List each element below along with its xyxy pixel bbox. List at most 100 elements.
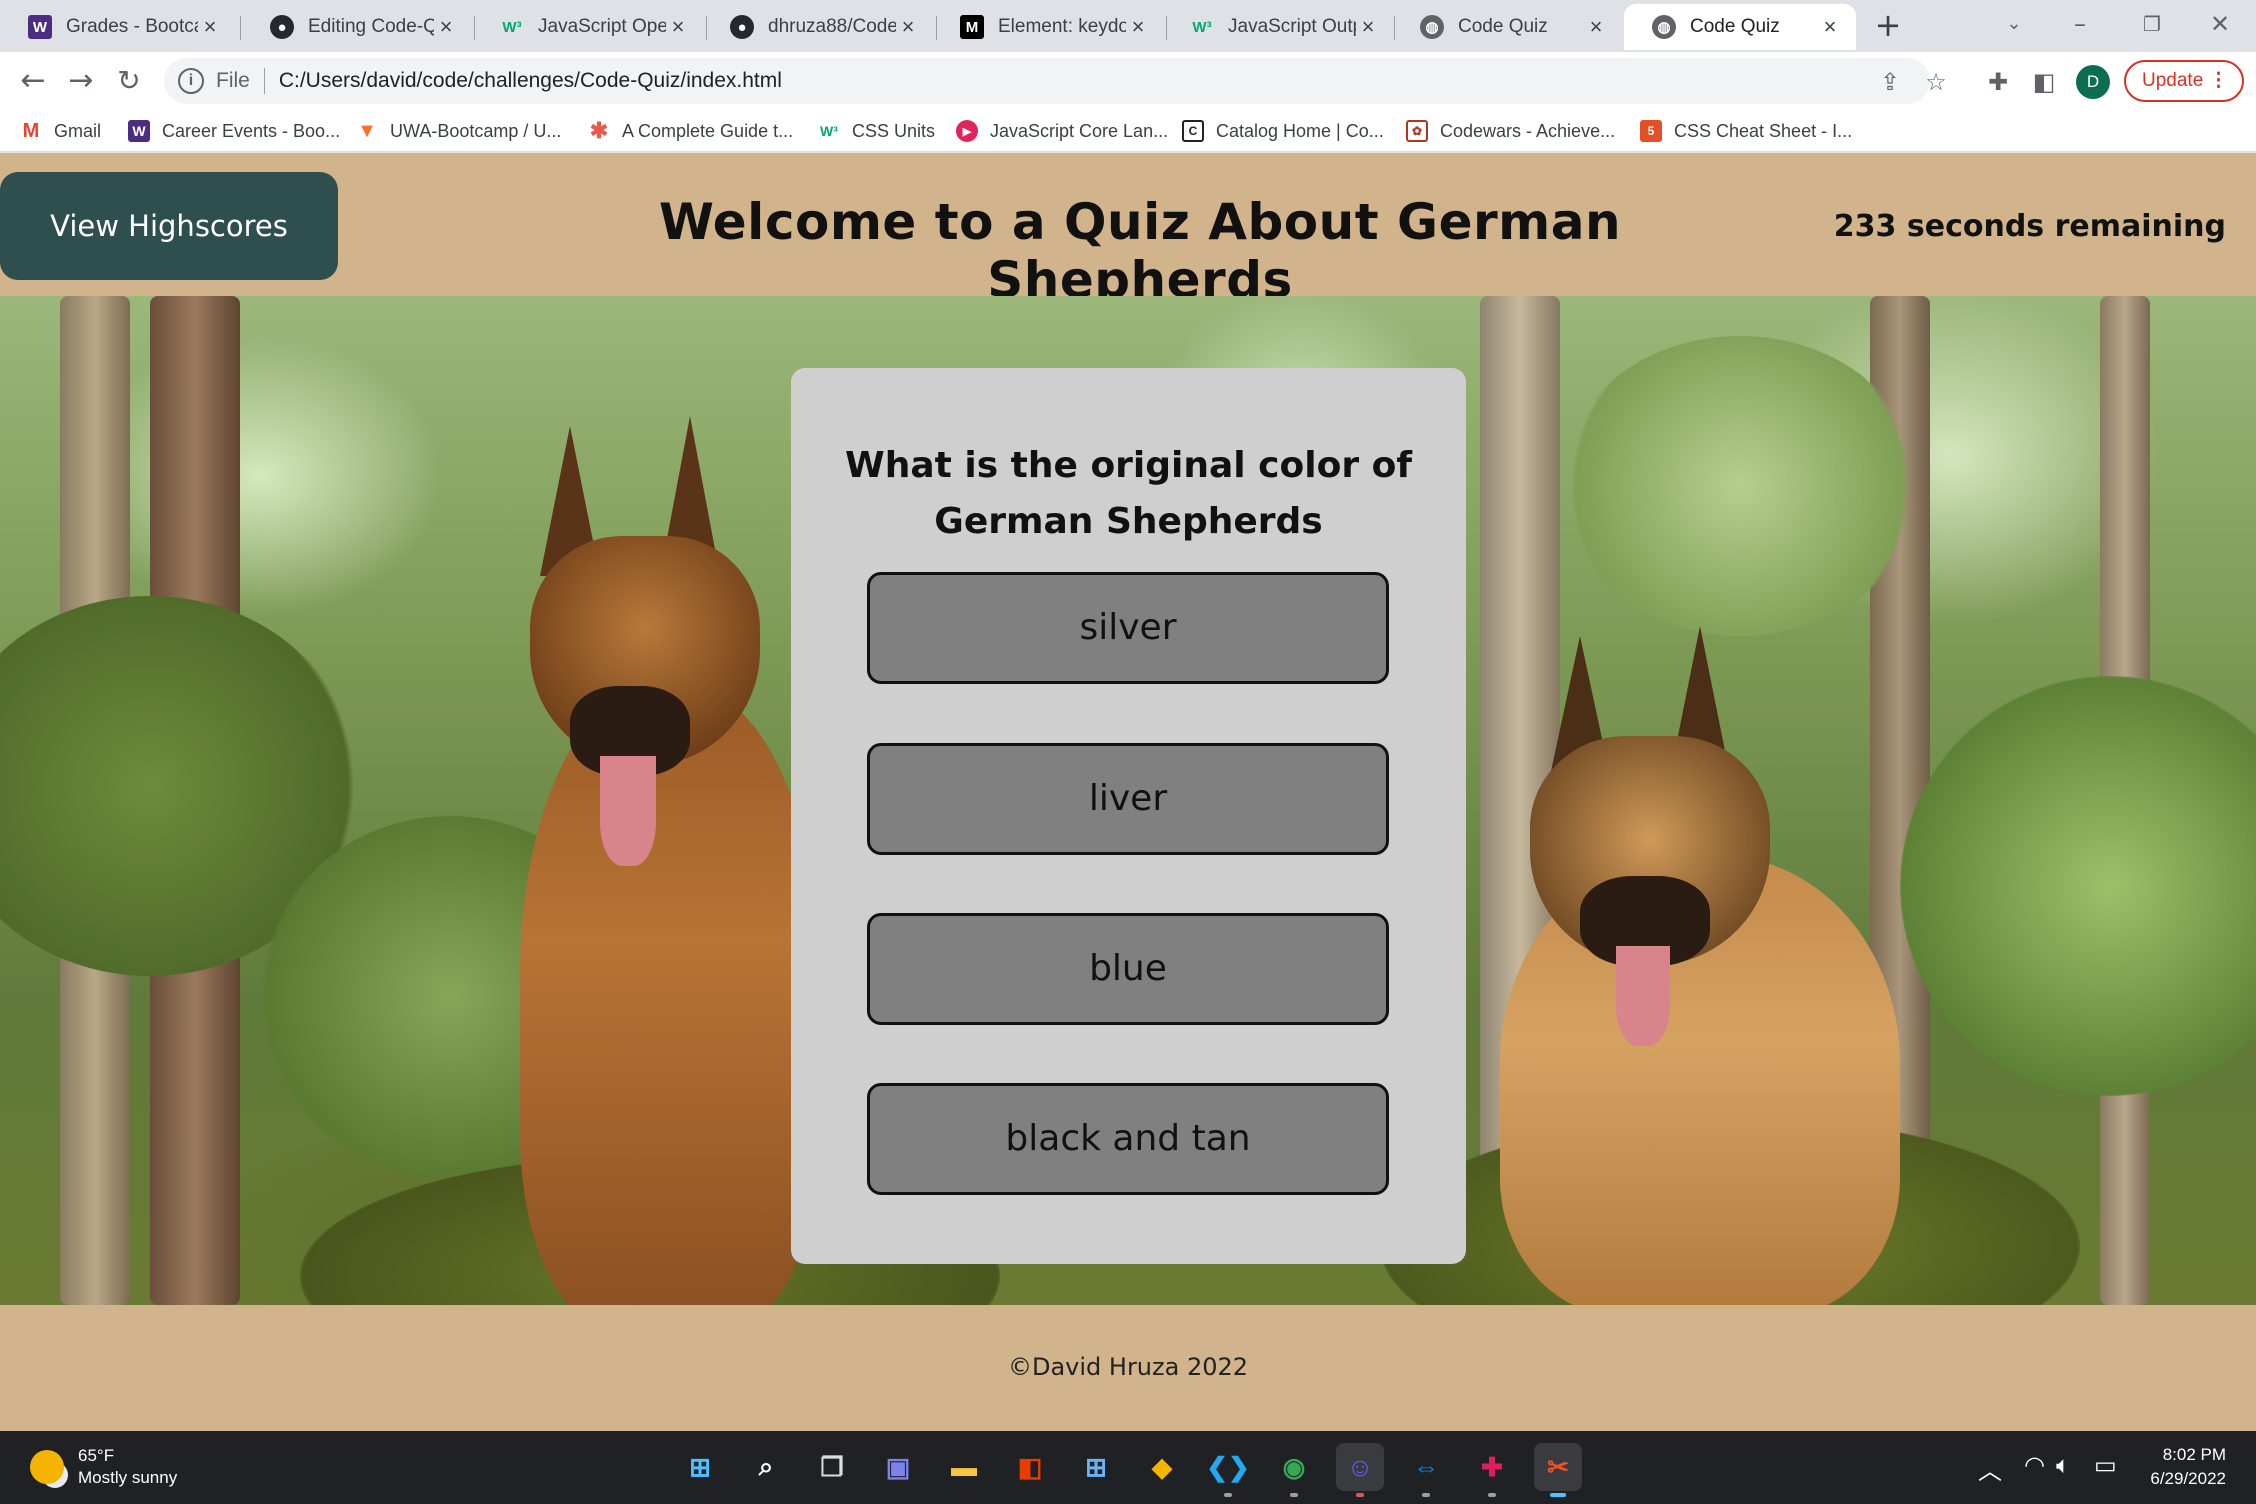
running-indicator (1290, 1493, 1298, 1497)
discord-icon[interactable]: ☺ (1336, 1443, 1384, 1497)
close-icon[interactable]: × (1584, 14, 1608, 40)
timer-text: 233 seconds remaining (1833, 209, 2226, 244)
search-icon[interactable]: ⌕ (742, 1443, 790, 1491)
update-button[interactable]: Update ⋮ (2124, 60, 2244, 102)
close-icon[interactable]: × (198, 14, 222, 40)
github-icon: ● (730, 15, 754, 39)
tab-label: Code Quiz (1690, 16, 1780, 37)
browser-toolbar: ← → ↻ i File C:/Users/david/code/challen… (0, 52, 2256, 110)
bookmark-catalog-home[interactable]: C Catalog Home | Co... (1182, 116, 1384, 146)
teamviewer-icon[interactable]: ⇔ (1402, 1443, 1450, 1497)
info-icon[interactable]: i (178, 68, 204, 94)
codewars-icon: ✿ (1406, 120, 1428, 142)
office-icon[interactable]: ◧ (1006, 1443, 1054, 1491)
foliage (1900, 676, 2256, 1096)
site-footer: ©David Hruza 2022 (0, 1305, 2256, 1431)
tab-editing-code-quiz[interactable]: ● Editing Code-Qu × (242, 4, 472, 50)
teams-chat-icon[interactable]: ▣ (874, 1443, 922, 1491)
answer-button-1[interactable]: silver (867, 572, 1389, 684)
github-icon: ● (270, 15, 294, 39)
vscode-icon[interactable]: ❮❯ (1204, 1443, 1252, 1497)
forward-arrow-icon[interactable]: → (60, 60, 102, 102)
bookmark-javascript-core[interactable]: ▶ JavaScript Core Lan... (956, 116, 1168, 146)
bookmark-codewars[interactable]: ✿ Codewars - Achieve... (1406, 116, 1615, 146)
file-explorer-icon[interactable]: ▬ (940, 1443, 988, 1491)
bookmark-label: Gmail (54, 120, 102, 141)
bookmark-label: Catalog Home | Co... (1216, 120, 1384, 141)
close-icon[interactable]: × (1126, 14, 1150, 40)
update-label: Update (2142, 70, 2204, 91)
start-windows-icon[interactable]: ⊞ (676, 1443, 724, 1491)
answer-button-3[interactable]: blue (867, 913, 1389, 1025)
bookmark-css-cheat-sheet[interactable]: 5 CSS Cheat Sheet - I... (1640, 116, 1852, 146)
wordpress-w-icon: W (128, 120, 150, 142)
profile-avatar[interactable]: D (2076, 65, 2110, 99)
catalog-icon: C (1182, 120, 1204, 142)
view-highscores-button[interactable]: View Highscores (0, 172, 338, 280)
minimize-icon[interactable]: – (2050, 4, 2110, 44)
bookmark-star-icon[interactable]: ☆ (1918, 64, 1954, 100)
tab-grades[interactable]: W Grades - Bootcam × (0, 4, 236, 50)
close-icon[interactable]: × (896, 14, 920, 40)
git-icon[interactable]: ◆ (1138, 1443, 1186, 1491)
close-icon[interactable]: × (434, 14, 458, 40)
bookmark-uwa-bootcamp[interactable]: ▼ UWA-Bootcamp / U... (356, 116, 561, 146)
tab-strip: W Grades - Bootcam × ● Editing Code-Qu ×… (0, 0, 2256, 52)
volume-icon[interactable]: 🔈︎ (2056, 1451, 2070, 1479)
window-close-icon[interactable]: ✕ (2190, 4, 2250, 44)
chrome-icon[interactable]: ◉ (1270, 1443, 1318, 1497)
w3schools-icon: W³ (502, 18, 522, 36)
share-icon[interactable]: ⇪ (1872, 64, 1908, 100)
page-viewport: View Highscores Welcome to a Quiz About … (0, 153, 2256, 1431)
close-icon[interactable]: × (1818, 14, 1842, 40)
partly-sunny-icon (30, 1450, 64, 1484)
close-icon[interactable]: × (1356, 14, 1380, 40)
weather-temp: 65°F (78, 1446, 115, 1465)
tray-chevron-up-icon[interactable]: ︿ (1978, 1451, 2002, 1486)
running-indicator (1550, 1493, 1566, 1497)
bookmark-label: UWA-Bootcamp / U... (390, 120, 562, 141)
answer-button-2[interactable]: liver (867, 743, 1389, 855)
tab-github-repo[interactable]: ● dhruza88/Code- × (702, 4, 934, 50)
snipping-tool-icon[interactable]: ✂ (1534, 1443, 1582, 1497)
tab-code-quiz-active[interactable]: ◍ Code Quiz × (1624, 4, 1856, 50)
close-icon[interactable]: × (666, 14, 690, 40)
globe-icon: ◍ (1652, 15, 1676, 39)
weather-widget[interactable]: 65°F Mostly sunny (30, 1445, 177, 1489)
system-clock[interactable]: 8:02 PM 6/29/2022 (2150, 1443, 2226, 1491)
tab-javascript-operators[interactable]: W³ JavaScript Opera × (472, 4, 704, 50)
bookmark-complete-guide[interactable]: ✱ A Complete Guide t... (588, 116, 793, 146)
hero-background-image: What is the original color of German She… (0, 296, 2256, 1305)
dog-left (480, 416, 820, 1305)
new-tab-plus-icon[interactable]: + (1870, 8, 1906, 44)
slack-icon[interactable]: ✚ (1468, 1443, 1516, 1497)
task-view-icon[interactable]: ❐ (808, 1443, 856, 1491)
microsoft-store-icon[interactable]: ⊞ (1072, 1443, 1120, 1491)
wifi-icon[interactable]: ◠ (2024, 1451, 2045, 1479)
url-text[interactable]: C:/Users/david/code/challenges/Code-Quiz… (279, 69, 782, 93)
restore-icon[interactable]: ❐ (2122, 4, 2182, 44)
tab-element-keydown[interactable]: M Element: keydow × (932, 4, 1164, 50)
bookmark-css-units[interactable]: W³ CSS Units (818, 116, 935, 146)
bookmark-label: A Complete Guide t... (622, 120, 794, 141)
tab-label: dhruza88/Code- (768, 16, 896, 37)
kebab-menu-icon[interactable]: ⋮ (2209, 62, 2228, 100)
bookmark-label: Codewars - Achieve... (1440, 120, 1616, 141)
gitlab-icon: ▼ (357, 119, 377, 142)
mdn-icon: M (960, 15, 984, 39)
foliage (1560, 336, 1920, 636)
tab-code-quiz[interactable]: ◍ Code Quiz × (1392, 4, 1622, 50)
tab-search-chevron-icon[interactable]: ⌄ (1984, 4, 2044, 44)
tab-javascript-output[interactable]: W³ JavaScript Outpu × (1162, 4, 1394, 50)
side-panel-icon[interactable]: ◧ (2026, 64, 2062, 100)
reload-icon[interactable]: ↻ (108, 60, 150, 102)
tab-label: Code Quiz (1458, 16, 1548, 37)
bookmark-gmail[interactable]: M Gmail (20, 116, 101, 146)
address-bar[interactable]: i File C:/Users/david/code/challenges/Co… (164, 58, 1930, 104)
battery-icon[interactable]: ▭ (2094, 1451, 2117, 1479)
bookmark-career-events[interactable]: W Career Events - Boo... (128, 116, 340, 146)
extensions-puzzle-icon[interactable]: ✚ (1980, 64, 2016, 100)
w3schools-icon: W³ (1192, 18, 1212, 36)
back-arrow-icon[interactable]: ← (12, 60, 54, 102)
answer-button-4[interactable]: black and tan (867, 1083, 1389, 1195)
